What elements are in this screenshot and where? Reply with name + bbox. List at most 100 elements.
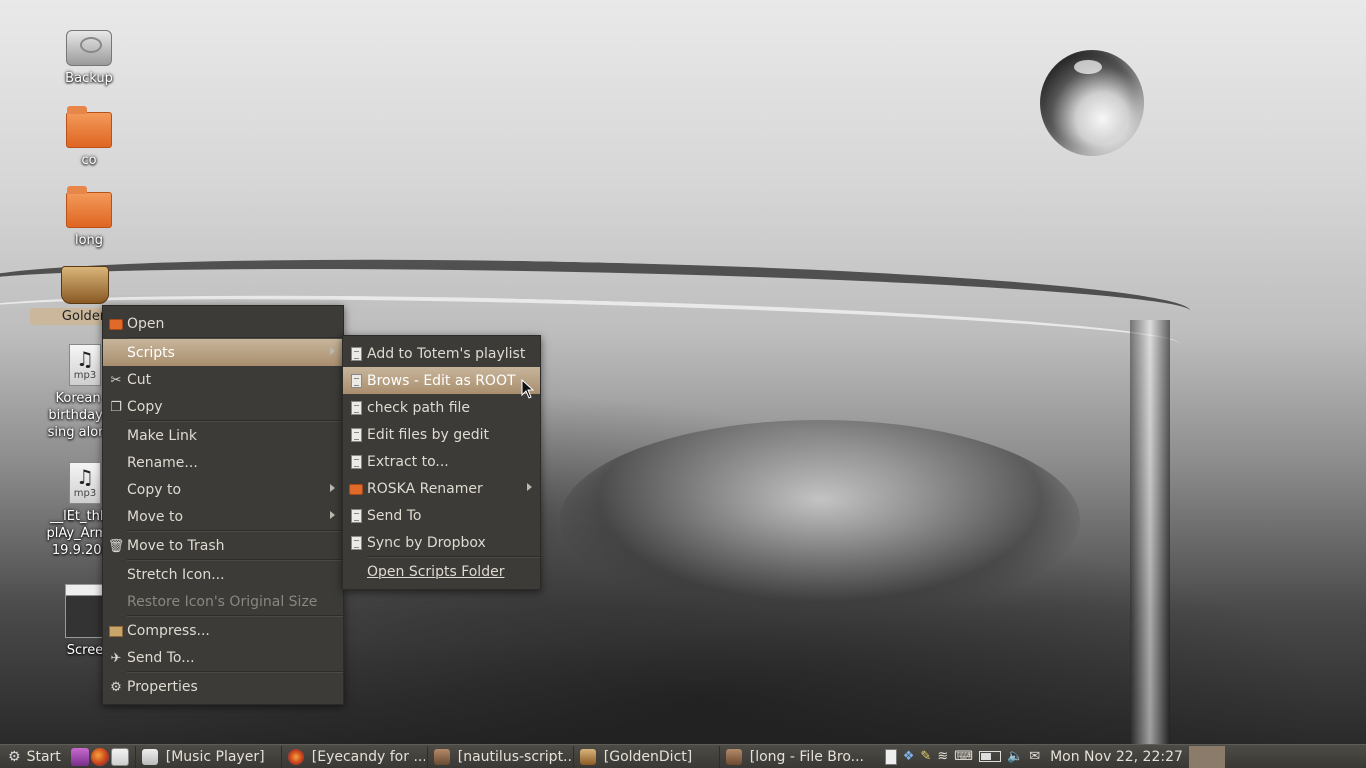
script-sync-by-dropbox[interactable]: Sync by Dropbox xyxy=(343,529,540,556)
menu-item-copy[interactable]: ❐ Copy xyxy=(103,393,343,420)
menu-item-label: Restore Icon's Original Size xyxy=(127,593,318,610)
menu-item-make-link[interactable]: Make Link xyxy=(103,422,343,449)
bottom-panel: ⚙ Start [Music Player] [Eyecandy for ...… xyxy=(0,744,1366,768)
menu-item-label: Add to Totem's playlist xyxy=(367,345,526,362)
menu-item-copy-to[interactable]: Copy to xyxy=(103,476,343,503)
start-label: Start xyxy=(26,748,61,765)
keyboard-icon[interactable]: ⌨ xyxy=(954,749,973,764)
music-player-icon xyxy=(141,748,158,765)
task-goldendict[interactable]: [GoldenDict] xyxy=(572,745,717,768)
folder-icon xyxy=(348,481,364,497)
audio-file-icon: ♫ mp3 xyxy=(69,344,101,386)
dropbox-icon[interactable]: ❖ xyxy=(903,749,915,764)
task-label: [nautilus-script... xyxy=(457,748,571,765)
wallpaper-water xyxy=(560,420,1080,620)
script-add-to-totem[interactable]: Add to Totem's playlist xyxy=(343,340,540,367)
menu-item-label: Cut xyxy=(127,371,152,388)
send-icon: ✈ xyxy=(110,650,122,666)
menu-item-label: Copy xyxy=(127,398,163,415)
menu-item-cut[interactable]: ✂ Cut xyxy=(103,366,343,393)
script-send-to[interactable]: Send To xyxy=(343,502,540,529)
firefox-icon[interactable] xyxy=(90,747,109,766)
menu-item-compress[interactable]: Compress... xyxy=(103,617,343,644)
menu-item-label: Extract to... xyxy=(367,453,449,470)
file-browser-icon xyxy=(725,748,742,765)
firefox-icon xyxy=(287,748,304,765)
script-file-icon xyxy=(348,427,364,443)
menu-item-properties[interactable]: ⚙ Properties xyxy=(103,673,343,700)
menu-item-label: Move to Trash xyxy=(127,537,225,554)
script-roska-renamer[interactable]: ROSKA Renamer xyxy=(343,475,540,502)
desktop-icon-co[interactable]: co xyxy=(34,106,144,169)
menu-item-label: Sync by Dropbox xyxy=(367,534,486,551)
open-folder-icon xyxy=(108,316,124,332)
menu-item-restore-icon-size: Restore Icon's Original Size xyxy=(103,588,343,615)
menu-item-label: Rename... xyxy=(127,454,198,471)
submenu-arrow-icon xyxy=(330,511,335,519)
drive-icon xyxy=(66,30,112,66)
menu-item-label: Compress... xyxy=(127,622,210,639)
task-label: [Music Player] xyxy=(165,748,265,765)
mp3-badge: mp3 xyxy=(73,370,97,381)
menu-item-label: Scripts xyxy=(127,344,175,361)
book-icon xyxy=(579,748,596,765)
book-icon xyxy=(61,266,109,304)
menu-item-move-to-trash[interactable]: 🗑 Move to Trash xyxy=(103,532,343,559)
desktop-icon-long[interactable]: long xyxy=(34,186,144,249)
submenu-arrow-icon xyxy=(330,484,335,492)
menu-item-rename[interactable]: Rename... xyxy=(103,449,343,476)
menu-item-open[interactable]: Open xyxy=(103,310,343,337)
mouse-cursor-icon xyxy=(521,378,535,399)
audio-app-icon[interactable] xyxy=(110,747,129,766)
clock[interactable]: Mon Nov 22, 22:27 xyxy=(1050,749,1183,765)
menu-item-label: Copy to xyxy=(127,481,182,498)
menu-item-scripts[interactable]: Scripts xyxy=(103,339,343,366)
image-thumbnail-icon xyxy=(65,584,105,638)
folder-icon xyxy=(66,106,112,148)
menu-item-label: Open xyxy=(127,315,165,332)
show-desktop-button[interactable] xyxy=(1188,745,1225,768)
task-nautilus-scripts[interactable]: [nautilus-script... xyxy=(426,745,571,768)
music-note-icon: ♫ xyxy=(76,347,94,371)
script-file-icon xyxy=(348,454,364,470)
gear-icon: ⚙ xyxy=(110,679,122,695)
menu-item-move-to[interactable]: Move to xyxy=(103,503,343,530)
menu-item-stretch-icon[interactable]: Stretch Icon... xyxy=(103,561,343,588)
menu-item-label: check path file xyxy=(367,399,471,416)
desktop-icon-label: Backup xyxy=(65,71,113,86)
script-file-icon xyxy=(348,508,364,524)
desktop-icon-label: co xyxy=(81,153,97,168)
wifi-icon[interactable]: ≋ xyxy=(937,749,948,764)
app-launcher-icon[interactable] xyxy=(70,747,89,766)
mail-icon[interactable]: ✉ xyxy=(1029,749,1040,764)
mp3-badge: mp3 xyxy=(73,488,97,499)
context-menu: Open Scripts ✂ Cut ❐ Copy Make Link Rena… xyxy=(102,305,344,705)
volume-icon[interactable]: 🔈 xyxy=(1007,749,1023,764)
menu-item-label: Make Link xyxy=(127,427,197,444)
script-extract-to[interactable]: Extract to... xyxy=(343,448,540,475)
folder-icon xyxy=(66,186,112,228)
submenu-arrow-icon xyxy=(330,347,335,355)
copy-icon: ❐ xyxy=(110,399,122,415)
menu-item-label: Open Scripts Folder xyxy=(367,563,505,580)
audio-app-icon[interactable] xyxy=(884,748,897,765)
menu-item-label: Properties xyxy=(127,678,198,695)
task-file-browser[interactable]: [long - File Bro... xyxy=(718,745,871,768)
script-check-path-file[interactable]: check path file xyxy=(343,394,540,421)
script-brows-edit-as-root[interactable]: Brows - Edit as ROOT xyxy=(343,367,540,394)
notes-icon[interactable]: ✎ xyxy=(920,749,931,764)
script-edit-files-by-gedit[interactable]: Edit files by gedit xyxy=(343,421,540,448)
start-button[interactable]: ⚙ Start xyxy=(0,745,67,768)
desktop-icon-backup[interactable]: Backup xyxy=(34,30,144,87)
scripts-submenu: Add to Totem's playlist Brows - Edit as … xyxy=(342,335,541,590)
audio-file-icon: ♫ mp3 xyxy=(69,462,101,504)
task-music-player[interactable]: [Music Player] xyxy=(134,745,279,768)
menu-item-send-to[interactable]: ✈ Send To... xyxy=(103,644,343,671)
open-scripts-folder[interactable]: Open Scripts Folder xyxy=(343,558,540,585)
battery-icon[interactable] xyxy=(979,751,1001,762)
gear-icon: ⚙ xyxy=(8,748,21,765)
desktop-icon-label: long xyxy=(74,233,104,248)
system-tray: ❖ ✎ ≋ ⌨ 🔈 ✉ xyxy=(884,745,1040,768)
file-browser-icon xyxy=(433,748,450,765)
task-eyecandy[interactable]: [Eyecandy for ... xyxy=(280,745,425,768)
